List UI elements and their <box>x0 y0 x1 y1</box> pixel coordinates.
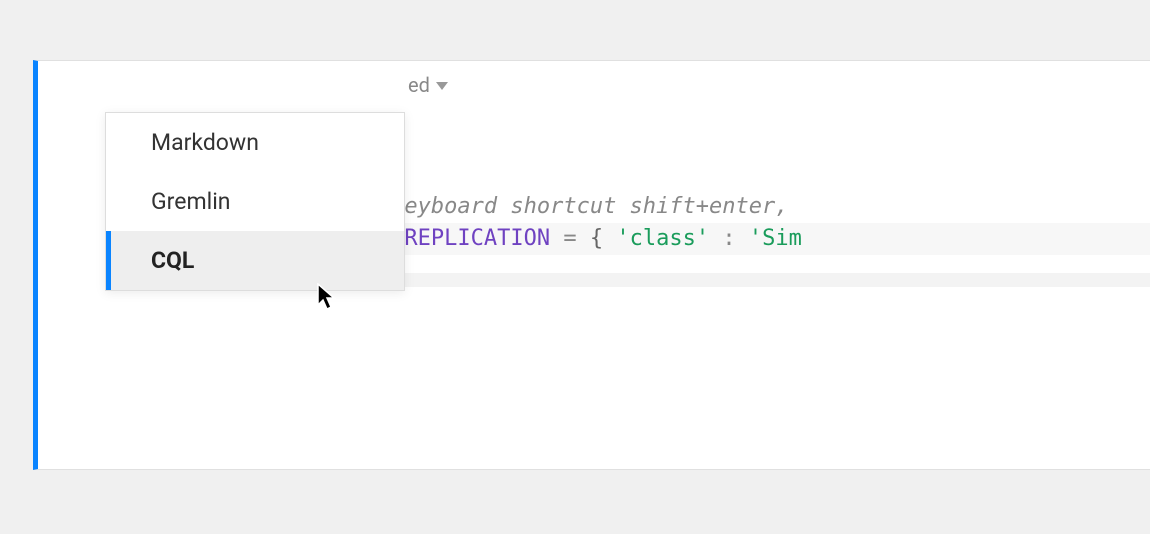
chevron-down-icon <box>436 82 448 90</box>
cell-type-label: ed <box>408 73 430 97</box>
dropdown-item-cql[interactable]: CQL <box>106 231 404 290</box>
operator: = <box>563 226 576 251</box>
dropdown-item-markdown[interactable]: Markdown <box>106 113 404 172</box>
keyword: REPLICATION <box>404 226 550 251</box>
brace: { <box>590 226 603 251</box>
cell-type-selector[interactable]: ed <box>408 73 448 97</box>
dropdown-item-gremlin[interactable]: Gremlin <box>106 172 404 231</box>
colon: : <box>722 226 735 251</box>
string-literal: 'class' <box>616 226 709 251</box>
string-literal: 'Sim <box>749 226 802 251</box>
cell-type-dropdown: Markdown Gremlin CQL <box>105 112 405 291</box>
